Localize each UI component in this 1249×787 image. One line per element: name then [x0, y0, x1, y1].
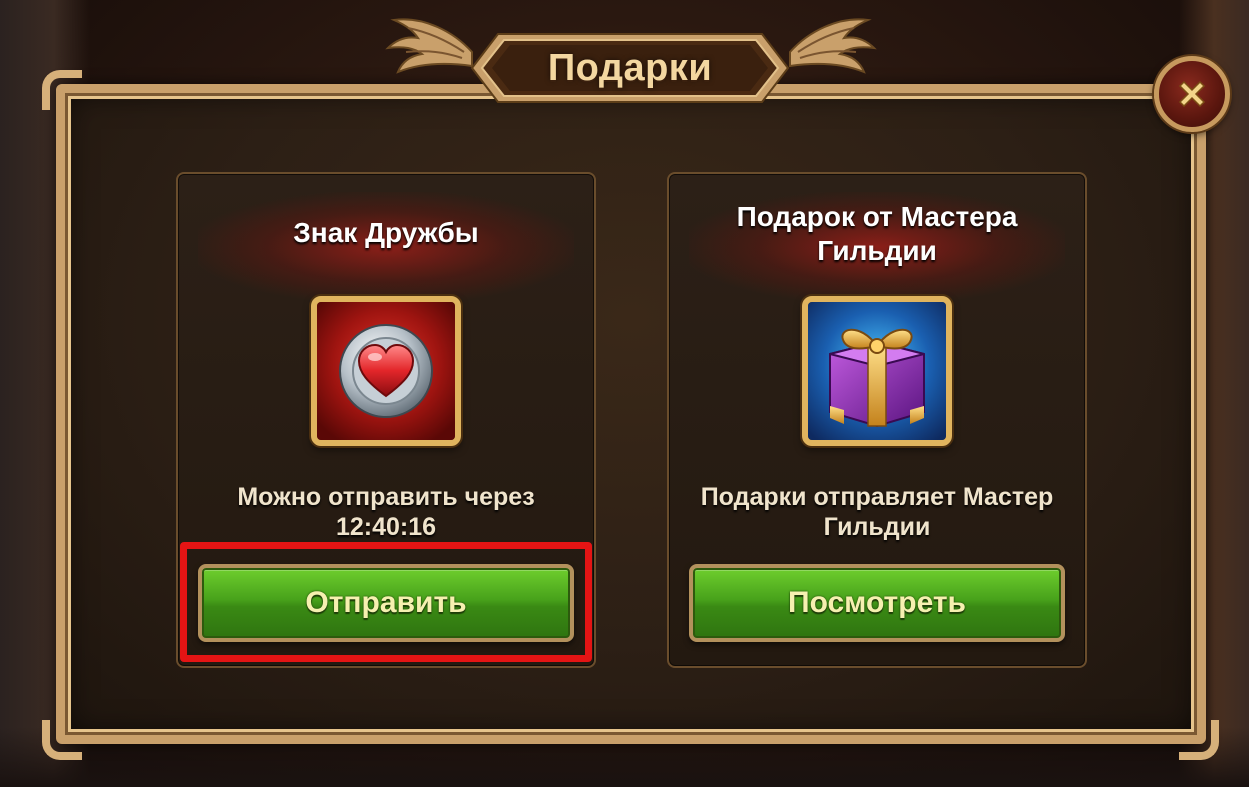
page-title: Подарки	[547, 46, 713, 89]
card-title-line: Подарок от Мастера	[736, 201, 1018, 232]
title-banner: Подарки	[470, 30, 790, 106]
view-button[interactable]: Посмотреть	[689, 564, 1065, 642]
send-button-highlight	[180, 542, 592, 662]
send-cooldown-label: Можно отправить через	[237, 483, 535, 511]
card-title: Знак Дружбы	[293, 217, 479, 248]
gift-info-text: Подарки отправляет Мастер Гильдии	[679, 482, 1075, 542]
send-cooldown-text: Можно отправить через 12:40:16	[188, 482, 584, 542]
guild-master-gift-card: Подарок от Мастера Гильдии Подарки отпра…	[667, 172, 1087, 668]
panel-corner-ornament	[42, 70, 82, 110]
heart-token-icon	[311, 296, 461, 446]
wing-ornament-icon	[789, 18, 877, 74]
card-title: Подарок от Мастера Гильдии	[679, 200, 1075, 268]
gift-box-icon	[802, 296, 952, 446]
panel-corner-ornament	[42, 720, 82, 760]
card-title-line: Гильдии	[817, 235, 937, 266]
close-button[interactable]	[1154, 56, 1230, 132]
wing-ornament-icon	[385, 18, 473, 74]
gift-info-line: Гильдии	[823, 513, 931, 541]
close-icon	[1178, 80, 1206, 108]
panel-corner-ornament	[1179, 720, 1219, 760]
send-cooldown-timer: 12:40:16	[335, 513, 437, 541]
gift-info-line: Подарки отправляет Мастер	[700, 483, 1054, 511]
